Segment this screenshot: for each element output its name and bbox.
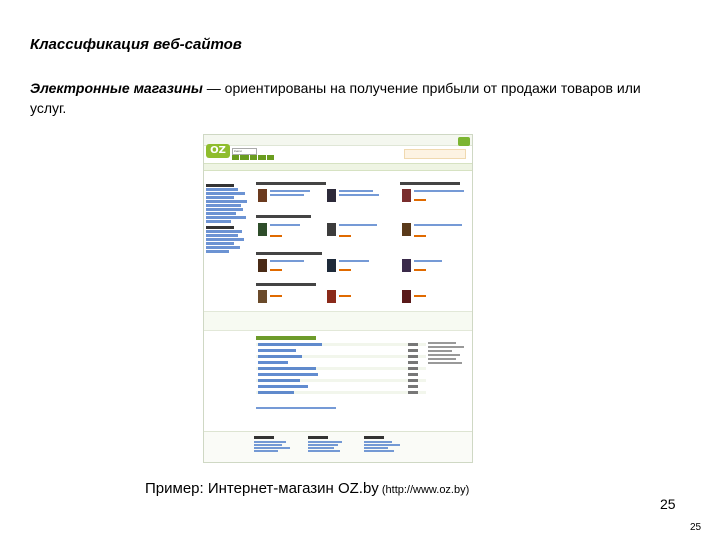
side-link bbox=[206, 234, 239, 237]
book-price bbox=[270, 235, 282, 237]
side-link bbox=[206, 204, 241, 207]
section-heading bbox=[256, 283, 316, 286]
site-nav-tab bbox=[257, 155, 267, 160]
book-price bbox=[339, 269, 351, 271]
book-cover bbox=[258, 259, 267, 272]
site-header-promo bbox=[404, 149, 466, 159]
site-banner-strip bbox=[204, 311, 472, 331]
book-title bbox=[339, 194, 379, 196]
table-row bbox=[256, 355, 426, 358]
site-right-box bbox=[428, 340, 468, 380]
book-title bbox=[339, 190, 373, 192]
side-link bbox=[206, 220, 232, 223]
book-cover bbox=[402, 290, 411, 303]
side-heading bbox=[206, 184, 234, 187]
book-price bbox=[414, 199, 426, 201]
side-link bbox=[206, 242, 234, 245]
site-cart-icon bbox=[458, 137, 470, 146]
site-nav-tab bbox=[232, 155, 240, 160]
site-nav-tab bbox=[240, 155, 249, 160]
table-row bbox=[256, 349, 426, 352]
book-cover bbox=[402, 259, 411, 272]
side-link bbox=[206, 230, 242, 233]
side-link bbox=[206, 196, 234, 199]
page-number-small: 25 bbox=[690, 522, 702, 533]
footer-column bbox=[308, 436, 348, 453]
oz-website-screenshot: OZ Книги bbox=[203, 134, 473, 463]
site-category-bar bbox=[204, 163, 472, 171]
section-heading bbox=[400, 182, 460, 185]
book-title bbox=[270, 194, 304, 196]
side-link bbox=[206, 192, 246, 195]
screenshot-caption: Пример: Интернет-магазин OZ.by (http://w… bbox=[145, 480, 469, 497]
site-nav-tab bbox=[267, 155, 274, 160]
book-price bbox=[339, 295, 351, 297]
site-left-column bbox=[206, 181, 252, 254]
side-link bbox=[206, 188, 239, 191]
site-top-bar bbox=[204, 135, 472, 146]
book-price bbox=[270, 269, 282, 271]
side-link bbox=[206, 200, 248, 203]
table-row bbox=[256, 373, 426, 376]
side-heading bbox=[206, 226, 234, 229]
book-price bbox=[339, 235, 351, 237]
section-heading bbox=[256, 215, 311, 218]
book-title bbox=[414, 224, 462, 226]
side-link bbox=[206, 212, 236, 215]
caption-text: Пример: Интернет-магазин OZ.by bbox=[145, 480, 379, 497]
side-link bbox=[206, 250, 229, 253]
footer-column bbox=[364, 436, 404, 453]
book-cover bbox=[402, 223, 411, 236]
table-more-link bbox=[256, 407, 336, 409]
table-row bbox=[256, 367, 426, 370]
book-cover bbox=[327, 189, 336, 202]
book-title bbox=[414, 190, 464, 192]
book-cover bbox=[327, 223, 336, 236]
caption-url: (http://www.oz.by) bbox=[378, 484, 470, 496]
side-link bbox=[206, 238, 244, 241]
book-title bbox=[339, 224, 377, 226]
slide-paragraph: Электронные магазины — ориентированы на … bbox=[30, 78, 670, 118]
book-title bbox=[414, 260, 442, 262]
table-row bbox=[256, 391, 426, 394]
section-heading bbox=[256, 182, 326, 185]
book-title bbox=[270, 224, 300, 226]
section-heading bbox=[256, 252, 322, 255]
book-cover bbox=[327, 259, 336, 272]
book-price bbox=[414, 295, 426, 297]
book-title bbox=[270, 190, 310, 192]
side-link bbox=[206, 246, 241, 249]
book-cover bbox=[258, 290, 267, 303]
table-row bbox=[256, 361, 426, 364]
slide-heading: Классификация веб-сайтов bbox=[30, 36, 242, 53]
site-logo: OZ bbox=[206, 144, 230, 158]
book-title bbox=[270, 260, 304, 262]
site-nav-tabs bbox=[232, 155, 274, 160]
paragraph-term: Электронные магазины bbox=[30, 80, 203, 96]
book-price bbox=[414, 235, 426, 237]
table-row bbox=[256, 343, 426, 346]
book-cover bbox=[402, 189, 411, 202]
page-number: 25 bbox=[660, 496, 676, 512]
book-price bbox=[414, 269, 426, 271]
site-search-input: Книги bbox=[232, 148, 257, 155]
side-link bbox=[206, 216, 247, 219]
book-cover bbox=[258, 189, 267, 202]
table-row bbox=[256, 385, 426, 388]
footer-column bbox=[254, 436, 294, 453]
book-title bbox=[339, 260, 369, 262]
book-cover bbox=[258, 223, 267, 236]
book-cover bbox=[327, 290, 336, 303]
site-nav-tab bbox=[249, 155, 257, 160]
table-row bbox=[256, 379, 426, 382]
site-footer bbox=[204, 431, 472, 462]
side-link bbox=[206, 208, 243, 211]
book-price bbox=[270, 295, 282, 297]
table-heading bbox=[256, 336, 316, 340]
